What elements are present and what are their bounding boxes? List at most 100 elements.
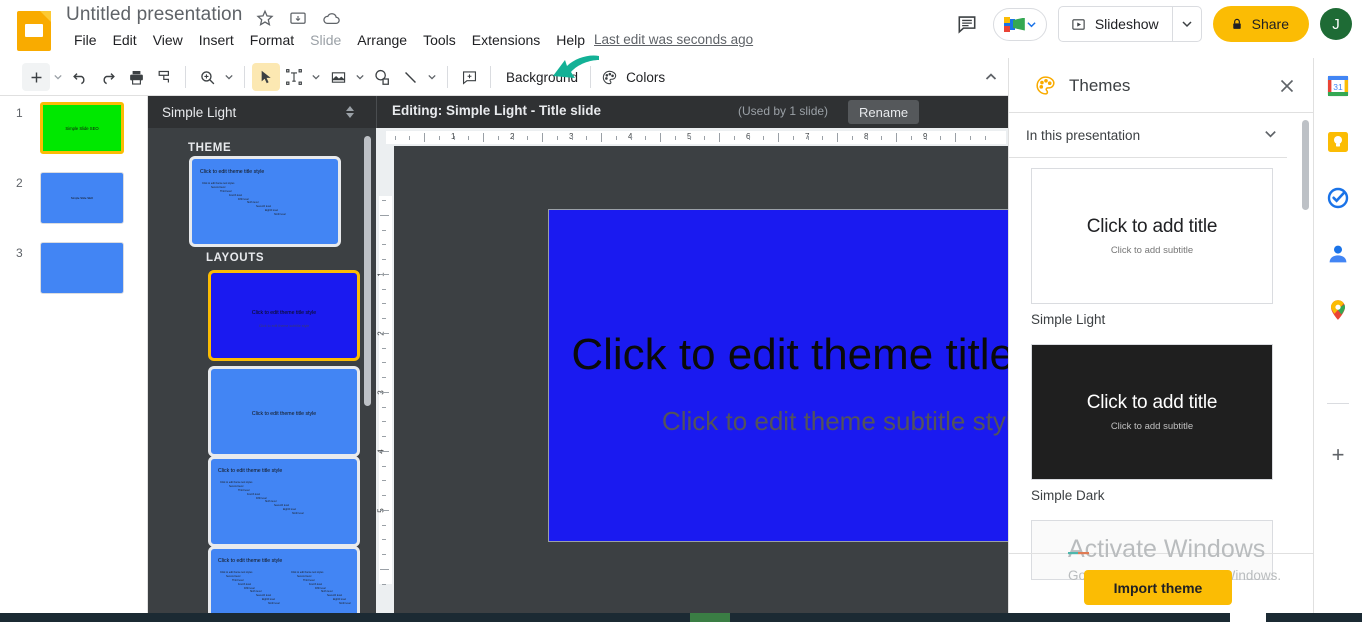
layouts-pane[interactable]: THEME Click to edit theme title style Cl… <box>148 128 376 622</box>
google-keep-icon[interactable] <box>1326 130 1350 154</box>
theme-name-select[interactable]: Simple Light <box>162 96 358 128</box>
slide-filmstrip[interactable]: 1 Simple Slide SEO 2 Simple Slide SEO 3 <box>0 96 148 622</box>
ruler-tick <box>380 273 389 275</box>
ruler-tick <box>382 362 386 364</box>
zoom-caret[interactable] <box>221 63 237 91</box>
list-item[interactable]: 1 Simple Slide SEO <box>0 102 148 164</box>
theme-select-spinner-icon[interactable] <box>344 104 358 120</box>
menu-help[interactable]: Help <box>548 30 593 50</box>
master-theme-thumbnail[interactable]: Click to edit theme title style Click to… <box>189 156 341 247</box>
themes-filter-select[interactable]: In this presentation <box>1009 113 1304 157</box>
colors-palette-icon[interactable] <box>595 63 623 91</box>
theme-preview[interactable]: Click to add title Click to add subtitle <box>1031 344 1273 480</box>
google-meet-button[interactable] <box>992 7 1047 41</box>
cloud-saved-icon[interactable] <box>321 8 341 28</box>
layout-thumbnail-title-body[interactable]: Click to edit theme title style Click to… <box>208 456 360 547</box>
google-tasks-icon[interactable] <box>1326 186 1350 210</box>
menu-arrange[interactable]: Arrange <box>349 30 415 50</box>
new-slide-caret[interactable] <box>50 63 66 91</box>
comment-history-icon[interactable] <box>952 9 982 39</box>
themes-panel-title: Themes <box>1069 76 1131 95</box>
horizontal-ruler[interactable]: 1 2 3 4 5 6 7 8 9 <box>376 128 1008 146</box>
bullet: Ninth level <box>292 512 304 515</box>
print-icon[interactable] <box>122 63 150 91</box>
star-icon[interactable] <box>255 8 275 28</box>
menu-insert[interactable]: Insert <box>191 30 242 50</box>
ruler-tick <box>733 136 735 140</box>
background-button[interactable]: Background <box>498 66 586 89</box>
image-caret[interactable] <box>352 63 368 91</box>
paint-format-icon[interactable] <box>150 63 178 91</box>
list-item[interactable]: 2 Simple Slide SEO <box>0 172 148 234</box>
themes-list[interactable]: Click to add title Click to add subtitle… <box>1009 158 1314 588</box>
text-box-icon[interactable] <box>280 63 308 91</box>
layout-thumbnail-section-header[interactable]: Click to edit theme title style <box>208 366 360 457</box>
menu-file[interactable]: File <box>66 30 105 50</box>
import-theme-button[interactable]: Import theme <box>1084 570 1232 605</box>
menu-extensions[interactable]: Extensions <box>464 30 548 50</box>
shape-icon[interactable] <box>368 63 396 91</box>
list-item[interactable]: 3 <box>0 242 148 304</box>
ruler-tick <box>556 136 558 140</box>
ruler-tick <box>542 133 543 142</box>
image-icon[interactable] <box>324 63 352 91</box>
add-app-button[interactable]: + <box>1327 442 1349 467</box>
ruler-tick <box>763 136 765 140</box>
themes-panel-scrollbar[interactable] <box>1302 120 1309 606</box>
ruler-tick <box>382 229 386 231</box>
google-calendar-icon[interactable]: 31 <box>1326 74 1350 98</box>
ruler-tick <box>881 136 883 140</box>
scrollbar-thumb[interactable] <box>364 136 371 406</box>
colors-button[interactable]: Colors <box>623 66 673 89</box>
ruler-tick <box>689 136 691 140</box>
avatar[interactable]: J <box>1320 8 1352 40</box>
google-maps-icon[interactable] <box>1326 298 1350 322</box>
ruler-tick <box>940 136 942 140</box>
slideshow-dropdown-caret[interactable] <box>1173 7 1201 41</box>
chevron-down-icon[interactable] <box>1263 126 1278 144</box>
menu-slide[interactable]: Slide <box>302 30 349 50</box>
layout-thumbnail-two-columns[interactable]: Click to edit theme title style Click to… <box>208 546 360 622</box>
document-title[interactable]: Untitled presentation <box>66 4 242 26</box>
themes-panel: Themes In this presentation Click to add… <box>1008 58 1314 622</box>
text-box-caret[interactable] <box>308 63 324 91</box>
redo-icon[interactable] <box>94 63 122 91</box>
ruler-tick <box>792 136 794 140</box>
scrollbar-thumb[interactable] <box>1302 120 1309 210</box>
slide-thumbnail-1[interactable]: Simple Slide SEO <box>40 102 124 154</box>
share-button[interactable]: Share <box>1212 6 1309 42</box>
vertical-ruler[interactable]: 1 2 3 4 5 <box>376 146 394 622</box>
theme-preview[interactable]: Click to add title Click to add subtitle <box>1031 168 1273 304</box>
ruler-tick <box>382 539 386 541</box>
menu-view[interactable]: View <box>145 30 191 50</box>
layout-thumbnail-title-slide[interactable]: Click to edit theme title style Click to… <box>208 270 360 361</box>
ruler-tick <box>822 136 824 140</box>
line-icon[interactable] <box>396 63 424 91</box>
layouts-scrollbar[interactable] <box>364 136 371 596</box>
rename-button[interactable]: Rename <box>848 100 920 124</box>
menu-format[interactable]: Format <box>242 30 302 50</box>
select-icon[interactable] <box>252 63 280 91</box>
slide-thumbnail-3[interactable] <box>40 242 124 294</box>
line-caret[interactable] <box>424 63 440 91</box>
new-slide-icon[interactable] <box>22 63 50 91</box>
used-by-label: (Used by 1 slide) <box>738 104 829 118</box>
menu-edit[interactable]: Edit <box>105 30 145 50</box>
menu-tools[interactable]: Tools <box>415 30 464 50</box>
theme-card-simple-dark[interactable]: Click to add title Click to add subtitle… <box>1031 344 1273 503</box>
google-contacts-icon[interactable] <box>1326 242 1350 266</box>
ruler-tick <box>719 133 720 142</box>
toolbar-collapse-chevron-up-icon[interactable] <box>978 64 1004 90</box>
slide-canvas-area[interactable]: Click to edit theme title style Click to… <box>394 146 1140 622</box>
zoom-icon[interactable] <box>193 63 221 91</box>
theme-card-simple-light[interactable]: Click to add title Click to add subtitle… <box>1031 168 1273 327</box>
close-themes-panel-icon[interactable] <box>1276 75 1298 97</box>
move-to-folder-icon[interactable] <box>288 8 308 28</box>
google-slides-logo-icon[interactable] <box>17 7 51 51</box>
slide-thumbnail-2[interactable]: Simple Slide SEO <box>40 172 124 224</box>
add-comment-icon[interactable] <box>455 63 483 91</box>
slideshow-button[interactable]: Slideshow <box>1059 7 1172 41</box>
ruler-tick <box>512 136 514 140</box>
undo-icon[interactable] <box>66 63 94 91</box>
last-edit-status[interactable]: Last edit was seconds ago <box>594 32 753 47</box>
